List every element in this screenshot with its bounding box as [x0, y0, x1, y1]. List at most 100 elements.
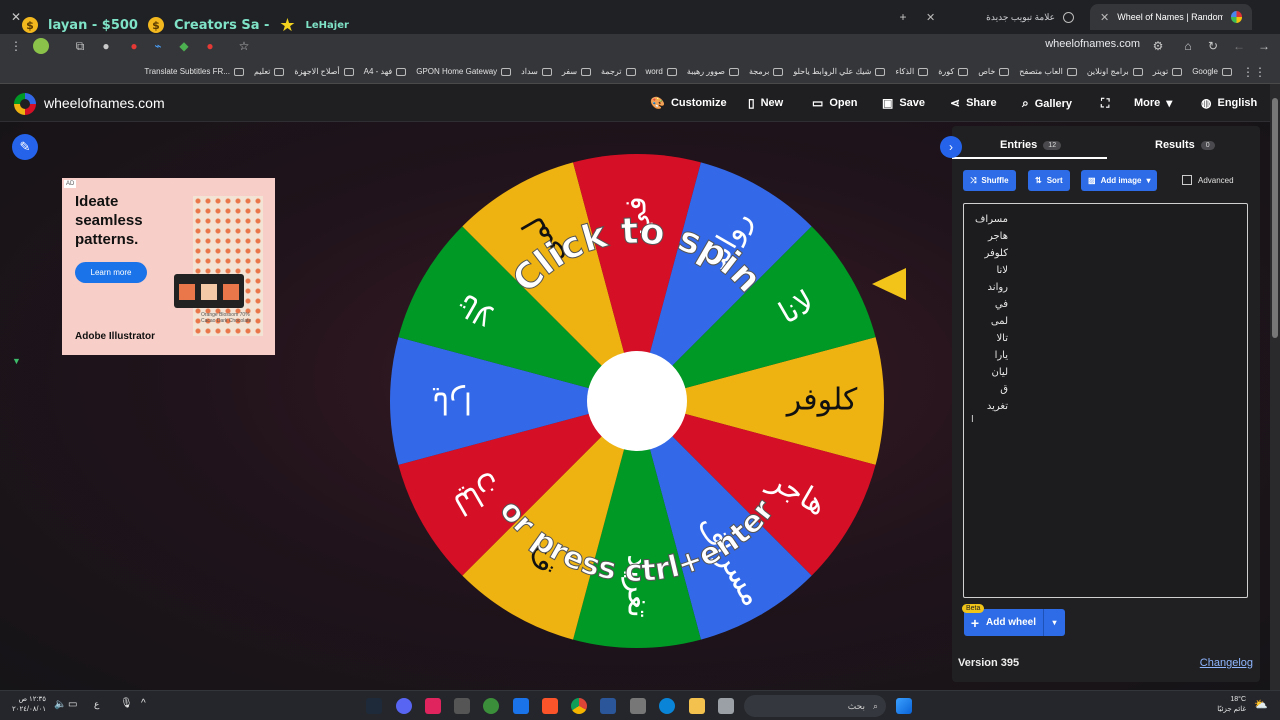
filter-icon[interactable]: ▼: [12, 356, 21, 366]
bookmark-item[interactable]: سداد: [521, 67, 552, 76]
new-tab-icon[interactable]: +: [895, 9, 911, 25]
shuffle-button[interactable]: ⤨ Shuffle: [963, 170, 1016, 191]
entry-line: ق: [1000, 384, 1008, 395]
bookmark-item[interactable]: GPON Home Gateway: [416, 67, 512, 76]
bookmark-item[interactable]: Translate Subtitles FR...: [144, 67, 244, 76]
sort-button[interactable]: ⇅ Sort: [1028, 170, 1070, 191]
version-label: Version 395: [958, 657, 1020, 669]
chevron-up-icon[interactable]: ^: [141, 698, 146, 709]
ad-pack-text: Orange Blossom 70% Cacao Dark Chocolate: [201, 312, 252, 324]
gallery-button[interactable]: ⌕ Gallery: [1022, 96, 1072, 111]
entries-textarea[interactable]: مسراف هاجر كلوفر لانا رواند في لمى تالا …: [963, 203, 1248, 598]
apps-grid-icon[interactable]: ⋮⋮: [1242, 64, 1266, 80]
tab-new-tab[interactable]: ✕ علامة تبويب جديدة: [916, 4, 1084, 30]
wheel-center[interactable]: [587, 351, 687, 451]
taskbar-search[interactable]: بحث ⌕: [744, 695, 886, 717]
forward-icon[interactable]: ←: [1231, 38, 1247, 54]
taskbar-clock[interactable]: ١٢:٣٥ ص ٢٠٢٤/٠٨/٠١: [12, 695, 46, 715]
edge-icon[interactable]: [659, 698, 675, 714]
open-button[interactable]: ▭ Open: [812, 96, 857, 110]
bookmark-item[interactable]: برامج اونلاين: [1087, 67, 1143, 76]
menu-dots-icon[interactable]: ⋮: [8, 38, 24, 54]
brave-icon[interactable]: [542, 698, 558, 714]
results-count-badge: 0: [1200, 140, 1215, 150]
reload-icon[interactable]: ↻: [1205, 38, 1221, 54]
bookmark-item[interactable]: برمجة: [749, 67, 784, 76]
fullscreen-button[interactable]: ⛶: [1101, 96, 1109, 111]
more-button[interactable]: More ▾: [1134, 96, 1172, 110]
xbox-icon[interactable]: [483, 698, 499, 714]
bookmark-star-icon[interactable]: ☆: [236, 38, 252, 54]
keyboard-language[interactable]: ع: [94, 699, 99, 710]
mail-icon[interactable]: [513, 698, 529, 714]
bookmark-item[interactable]: تعليم: [254, 67, 285, 76]
store-icon[interactable]: [630, 698, 646, 714]
profile-icon[interactable]: [33, 38, 49, 54]
bookmark-item[interactable]: خاص: [978, 67, 1010, 76]
extension-icon[interactable]: ◆: [176, 38, 192, 54]
bookmark-item[interactable]: الذكاء: [895, 67, 929, 76]
bookmark-item[interactable]: word: [646, 67, 677, 76]
advertisement[interactable]: AD Ideate seamless patterns. Learn more …: [62, 178, 275, 355]
signal-extension-icon[interactable]: ⌁: [150, 38, 166, 54]
home-icon[interactable]: ⌂: [1180, 38, 1196, 54]
bookmark-item[interactable]: شيك علي الروابط ياحلو: [793, 67, 886, 76]
new-button[interactable]: ▯ New: [748, 96, 783, 110]
page-scrollbar[interactable]: [1270, 84, 1280, 690]
word-icon[interactable]: [600, 698, 616, 714]
volume-icon[interactable]: 🔈: [54, 699, 66, 710]
extensions-icon[interactable]: ⧉: [72, 38, 88, 54]
add-image-button[interactable]: ▨ Add image ▾: [1081, 170, 1158, 191]
name-wheel[interactable]: كلوفرهاجرمسرافتغريدقليانياراتالالمى في روا…: [388, 152, 886, 650]
steam-icon[interactable]: [366, 698, 382, 714]
add-wheel-dropdown[interactable]: ▾: [1043, 609, 1065, 636]
close-tab-icon[interactable]: ✕: [926, 11, 935, 24]
taskbar-weather[interactable]: 18°C غائم جزئيًا: [1217, 695, 1246, 715]
wheel-logo-icon[interactable]: [14, 93, 36, 115]
customize-button[interactable]: 🎨 Customize: [650, 96, 727, 110]
tab-wheel-of-names[interactable]: ✕ Wheel of Names | Random name picker: [1090, 4, 1252, 30]
chevron-down-icon: ▾: [1166, 96, 1173, 110]
task-view-icon[interactable]: [718, 698, 734, 714]
language-button[interactable]: ◍ English: [1201, 96, 1257, 110]
bookmark-item[interactable]: كورة: [938, 67, 969, 76]
network-icon[interactable]: ▭: [68, 699, 77, 710]
bookmark-item[interactable]: أصلاح الاجهزة: [294, 67, 354, 76]
changelog-link[interactable]: Changelog: [1200, 657, 1253, 669]
search-icon: ⌕: [872, 700, 878, 711]
tab-results[interactable]: Results 0: [1155, 139, 1215, 151]
ad-label: AD: [64, 180, 77, 188]
close-tab-icon[interactable]: ✕: [1100, 11, 1109, 24]
site-settings-icon[interactable]: ⚙: [1150, 38, 1166, 54]
edit-icon[interactable]: ✎: [12, 134, 38, 160]
address-bar[interactable]: wheelofnames.com: [1045, 38, 1140, 50]
record-extension-icon[interactable]: ●: [202, 38, 218, 54]
discord-icon[interactable]: [396, 698, 412, 714]
app-icon[interactable]: [425, 698, 441, 714]
tab-entries[interactable]: Entries 12: [1000, 139, 1062, 151]
bookmark-item[interactable]: العاب متصفح: [1019, 67, 1077, 76]
site-name[interactable]: wheelofnames.com: [44, 95, 165, 111]
microphone-icon[interactable]: 🎙: [120, 698, 133, 709]
bookmark-item[interactable]: تويتر: [1153, 67, 1183, 76]
file-explorer-icon[interactable]: [689, 698, 705, 714]
collapse-panel-icon[interactable]: ›: [940, 136, 962, 158]
bookmark-item[interactable]: Google: [1192, 67, 1232, 76]
save-button[interactable]: ▣ Save: [882, 96, 925, 110]
back-icon[interactable]: →: [1256, 38, 1272, 54]
checkbox-icon[interactable]: [1182, 175, 1192, 185]
bookmark-item[interactable]: ترجمة: [601, 67, 636, 76]
ad-learn-more-button[interactable]: Learn more: [75, 262, 147, 283]
chrome-icon[interactable]: [571, 698, 587, 714]
bookmark-item[interactable]: صوور رهيبة: [687, 67, 739, 76]
extension-icon[interactable]: ●: [98, 38, 114, 54]
app-icon[interactable]: [454, 698, 470, 714]
share-button[interactable]: ⋖ Share: [950, 96, 997, 110]
windows-start-icon[interactable]: [896, 698, 912, 714]
bookmark-item[interactable]: سفر: [562, 67, 592, 76]
active-tab-indicator: [952, 157, 1107, 159]
bookmark-item[interactable]: A4 - فهد: [364, 67, 407, 76]
advanced-checkbox[interactable]: Advanced: [1182, 175, 1234, 185]
notification-extension-icon[interactable]: ●: [126, 38, 142, 54]
add-wheel-button[interactable]: + Add wheel ▾: [964, 609, 1065, 636]
